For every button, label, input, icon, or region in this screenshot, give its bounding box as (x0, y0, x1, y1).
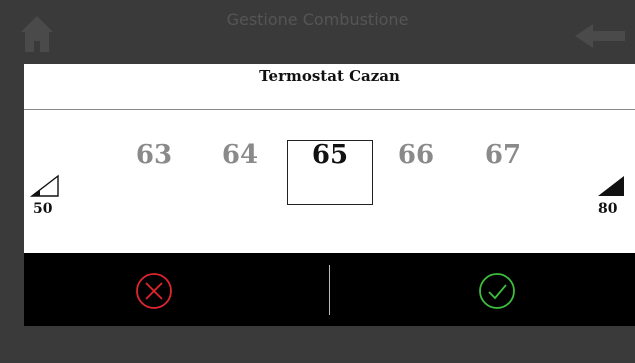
value-option[interactable]: 63 (124, 140, 184, 170)
confirm-check-icon[interactable] (478, 272, 516, 310)
top-bar: Gestione Combustione (0, 0, 635, 64)
back-arrow-icon[interactable] (575, 22, 625, 50)
action-bar (24, 253, 635, 326)
max-value-label: 80 (598, 201, 618, 217)
signal-high-icon (598, 176, 624, 196)
dialog-title: Termostat Cazan (259, 67, 400, 85)
value-option[interactable]: 66 (386, 140, 446, 170)
action-divider (329, 265, 330, 315)
dialog-divider (24, 109, 635, 110)
thermostat-dialog: Termostat Cazan 63 64 65 66 67 50 80 (24, 64, 635, 253)
cancel-x-icon[interactable] (135, 272, 173, 310)
selected-value[interactable]: 65 (300, 140, 360, 170)
value-option[interactable]: 64 (210, 140, 270, 170)
signal-low-icon (30, 174, 59, 197)
page-title: Gestione Combustione (226, 10, 409, 29)
value-option[interactable]: 67 (473, 140, 533, 170)
min-value-label: 50 (33, 201, 53, 217)
